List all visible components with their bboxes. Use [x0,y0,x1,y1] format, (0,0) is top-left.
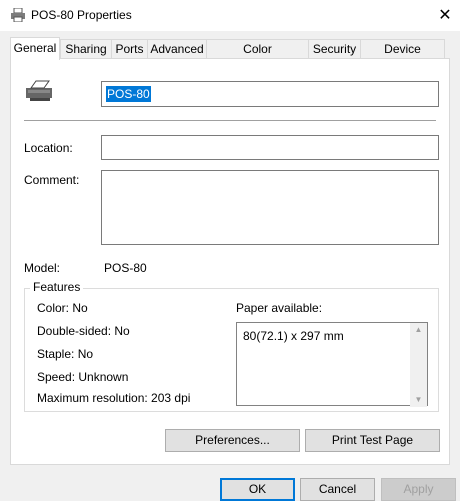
feature-double-sided: Double-sided: No [37,324,130,338]
tab-device-settings[interactable]: Device Settings [360,39,445,74]
feature-color: Color: No [37,301,88,315]
feature-staple: Staple: No [37,347,94,361]
window-title: POS-80 Properties [31,8,132,22]
ok-button[interactable]: OK [220,478,295,501]
paper-list[interactable]: 80(72.1) x 297 mm ▲ ▼ [236,322,428,407]
printer-icon [26,80,52,101]
features-title: Features [30,280,84,294]
tab-color-management[interactable]: Color Management [206,39,309,74]
print-test-page-button[interactable]: Print Test Page [305,429,440,452]
preferences-button[interactable]: Preferences... [165,429,300,452]
title-bar: POS-80 Properties ✕ [0,0,460,31]
comment-label: Comment: [24,173,80,187]
cancel-button[interactable]: Cancel [300,478,375,501]
tab-sharing[interactable]: Sharing [60,39,112,58]
apply-button[interactable]: Apply [381,478,456,501]
printer-name-value: POS-80 [106,86,151,102]
features-group: Features Color: No Double-sided: No Stap… [24,280,439,412]
tab-ports[interactable]: Ports [111,39,148,58]
paper-available-label: Paper available: [236,301,323,315]
scroll-up-icon[interactable]: ▲ [410,323,427,337]
tab-strip: General Sharing Ports Advanced Color Man… [10,37,450,74]
feature-max-resolution: Maximum resolution: 203 dpi [37,391,191,405]
tab-security[interactable]: Security [308,39,361,58]
close-icon[interactable]: ✕ [428,3,460,29]
tab-advanced[interactable]: Advanced [147,39,207,58]
location-label: Location: [24,141,73,155]
model-label: Model: [24,261,61,275]
scrollbar[interactable]: ▲ ▼ [410,323,427,407]
comment-field[interactable] [101,170,439,245]
general-panel: POS-80 Location: Comment: Model: POS-80 … [10,58,450,465]
feature-speed: Speed: Unknown [37,370,129,384]
printer-icon [11,8,25,22]
scroll-down-icon[interactable]: ▼ [410,393,427,407]
list-item[interactable]: 80(72.1) x 297 mm [243,329,344,343]
tab-general[interactable]: General [10,37,60,60]
model-value: POS-80 [104,261,147,275]
location-field[interactable] [101,135,439,160]
printer-name-field[interactable]: POS-80 [101,81,439,107]
separator [24,120,436,121]
